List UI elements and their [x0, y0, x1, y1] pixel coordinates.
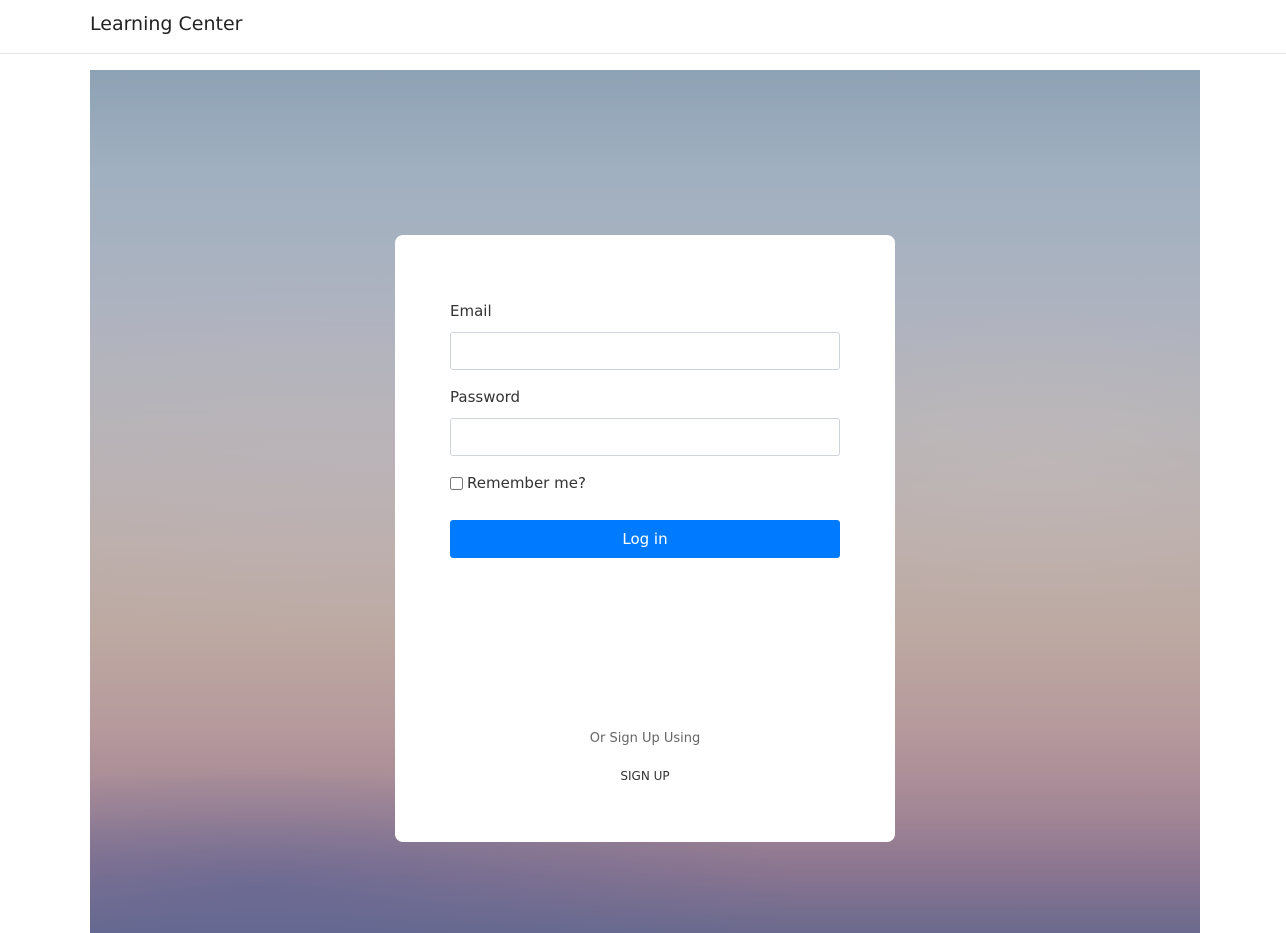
password-label: Password: [450, 388, 521, 406]
remember-me-label: Remember me?: [467, 474, 586, 492]
brand-link[interactable]: Learning Center: [90, 13, 242, 35]
remember-me-checkbox[interactable]: [450, 476, 463, 490]
login-card: Email Password Remember me? Log in Or Si…: [395, 235, 895, 842]
email-label: Email: [450, 302, 492, 320]
password-field[interactable]: [450, 418, 840, 456]
hero-background: Email Password Remember me? Log in Or Si…: [90, 70, 1200, 933]
email-field[interactable]: [450, 332, 840, 370]
signup-link[interactable]: SIGN UP: [395, 769, 895, 783]
login-button[interactable]: Log in: [450, 520, 840, 558]
remember-me-row[interactable]: Remember me?: [450, 474, 586, 492]
signup-divider-text: Or Sign Up Using: [589, 731, 701, 746]
top-navbar: Learning Center: [0, 0, 1286, 54]
